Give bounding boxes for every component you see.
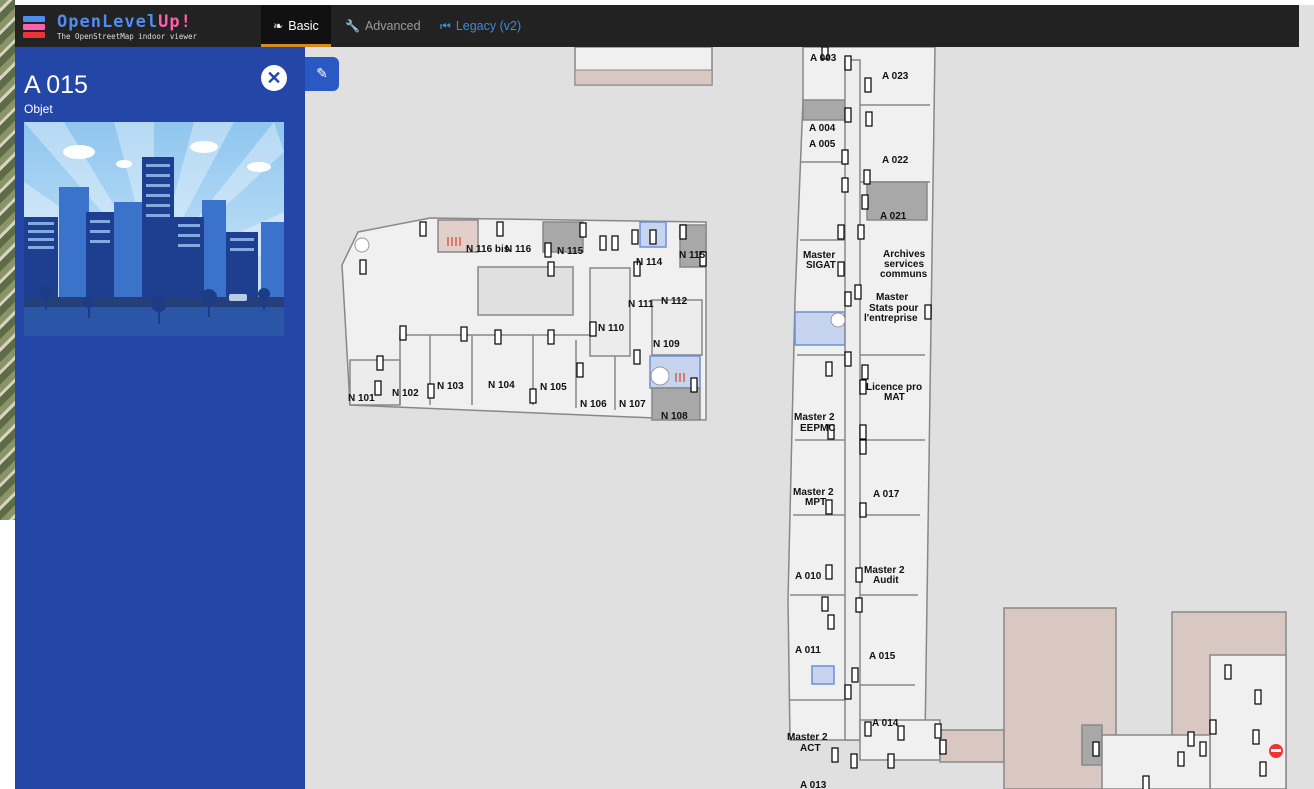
- map-label: EEPMC: [800, 423, 836, 434]
- map-label: N 116: [505, 244, 532, 255]
- map-room[interactable]: [574, 69, 713, 86]
- map-label: Master 2: [794, 412, 835, 423]
- tab-advanced[interactable]: 🔧 Advanced: [345, 5, 421, 47]
- feature-sidebar: A 015 Objet ✕: [15, 47, 305, 789]
- top-navbar: OpenLevelUp! The OpenStreetMap indoor vi…: [15, 5, 1299, 47]
- feature-title: A 015: [24, 71, 88, 99]
- map-label: N 115: [679, 250, 706, 261]
- map-label: ACT: [800, 743, 821, 754]
- map-label: N 110: [598, 323, 625, 334]
- fast-backward-icon: ⏮: [440, 18, 451, 33]
- map-room[interactable]: [802, 99, 846, 121]
- leaf-icon: ❧: [273, 19, 284, 33]
- map-label: Master 2: [787, 732, 828, 743]
- map-label: N 105: [540, 382, 567, 393]
- map-label: N 114: [636, 257, 663, 268]
- map-label: Master: [876, 292, 908, 303]
- map-label: A 014: [872, 718, 899, 729]
- close-icon[interactable]: ✕: [261, 65, 287, 91]
- tab-advanced-label: Advanced: [364, 19, 421, 33]
- map-courtyard: [477, 266, 574, 316]
- brand[interactable]: OpenLevelUp! The OpenStreetMap indoor vi…: [23, 8, 197, 46]
- tab-legacy[interactable]: ⏮ Legacy (v2): [440, 5, 521, 47]
- map-label: A 011: [795, 645, 821, 656]
- city-skyline-illustration: [24, 122, 284, 336]
- tab-basic-label: Basic: [288, 19, 319, 33]
- map-label: A 015: [869, 651, 896, 662]
- map-label: SIGAT: [806, 260, 836, 271]
- map-label: N 115: [557, 246, 584, 257]
- tab-basic[interactable]: ❧ Basic: [261, 5, 331, 47]
- indoor-map[interactable]: N 116 bis N 116 N 115 N 115 N 114 N 111 …: [305, 47, 1299, 789]
- app-subtitle: The OpenStreetMap indoor viewer: [57, 31, 197, 41]
- map-label: N 116 bis: [466, 244, 510, 255]
- map-label: A 022: [882, 155, 909, 166]
- map-label: MPT: [805, 497, 826, 508]
- map-label: N 106: [580, 399, 607, 410]
- map-label: N 109: [653, 339, 680, 350]
- map-label: N 101: [348, 393, 375, 404]
- tab-legacy-label: Legacy (v2): [455, 19, 522, 33]
- map-label: A 005: [809, 139, 836, 150]
- map-label: Audit: [873, 575, 899, 586]
- map-room[interactable]: [939, 729, 1005, 763]
- map-stairs[interactable]: [811, 665, 835, 685]
- map-label: A 003: [810, 53, 837, 64]
- map-label: communs: [880, 269, 928, 280]
- wrench-icon: 🔧: [345, 19, 360, 33]
- map-label: l'entreprise: [864, 313, 918, 324]
- map-label: N 102: [392, 388, 419, 399]
- map-label: A 004: [809, 123, 836, 134]
- map-room[interactable]: [589, 267, 631, 357]
- map-room[interactable]: [1209, 654, 1287, 789]
- feature-type: Objet: [24, 102, 53, 116]
- map-label: A 021: [880, 211, 907, 222]
- map-label: A 023: [882, 71, 909, 82]
- stacked-levels-icon: [23, 14, 49, 40]
- map-label: MAT: [884, 392, 905, 403]
- map-label: N 108: [661, 411, 688, 422]
- map-label: N 107: [619, 399, 646, 410]
- map-label: A 010: [795, 571, 822, 582]
- map-label: A 013: [800, 780, 827, 789]
- map-label: N 112: [661, 296, 688, 307]
- background-window-lower: [0, 520, 15, 789]
- map-label: N 103: [437, 381, 464, 392]
- app-title: OpenLevelUp!: [57, 11, 192, 32]
- map-label: N 104: [488, 380, 515, 391]
- map-label: N 111: [628, 299, 654, 310]
- map-label: A 017: [873, 489, 900, 500]
